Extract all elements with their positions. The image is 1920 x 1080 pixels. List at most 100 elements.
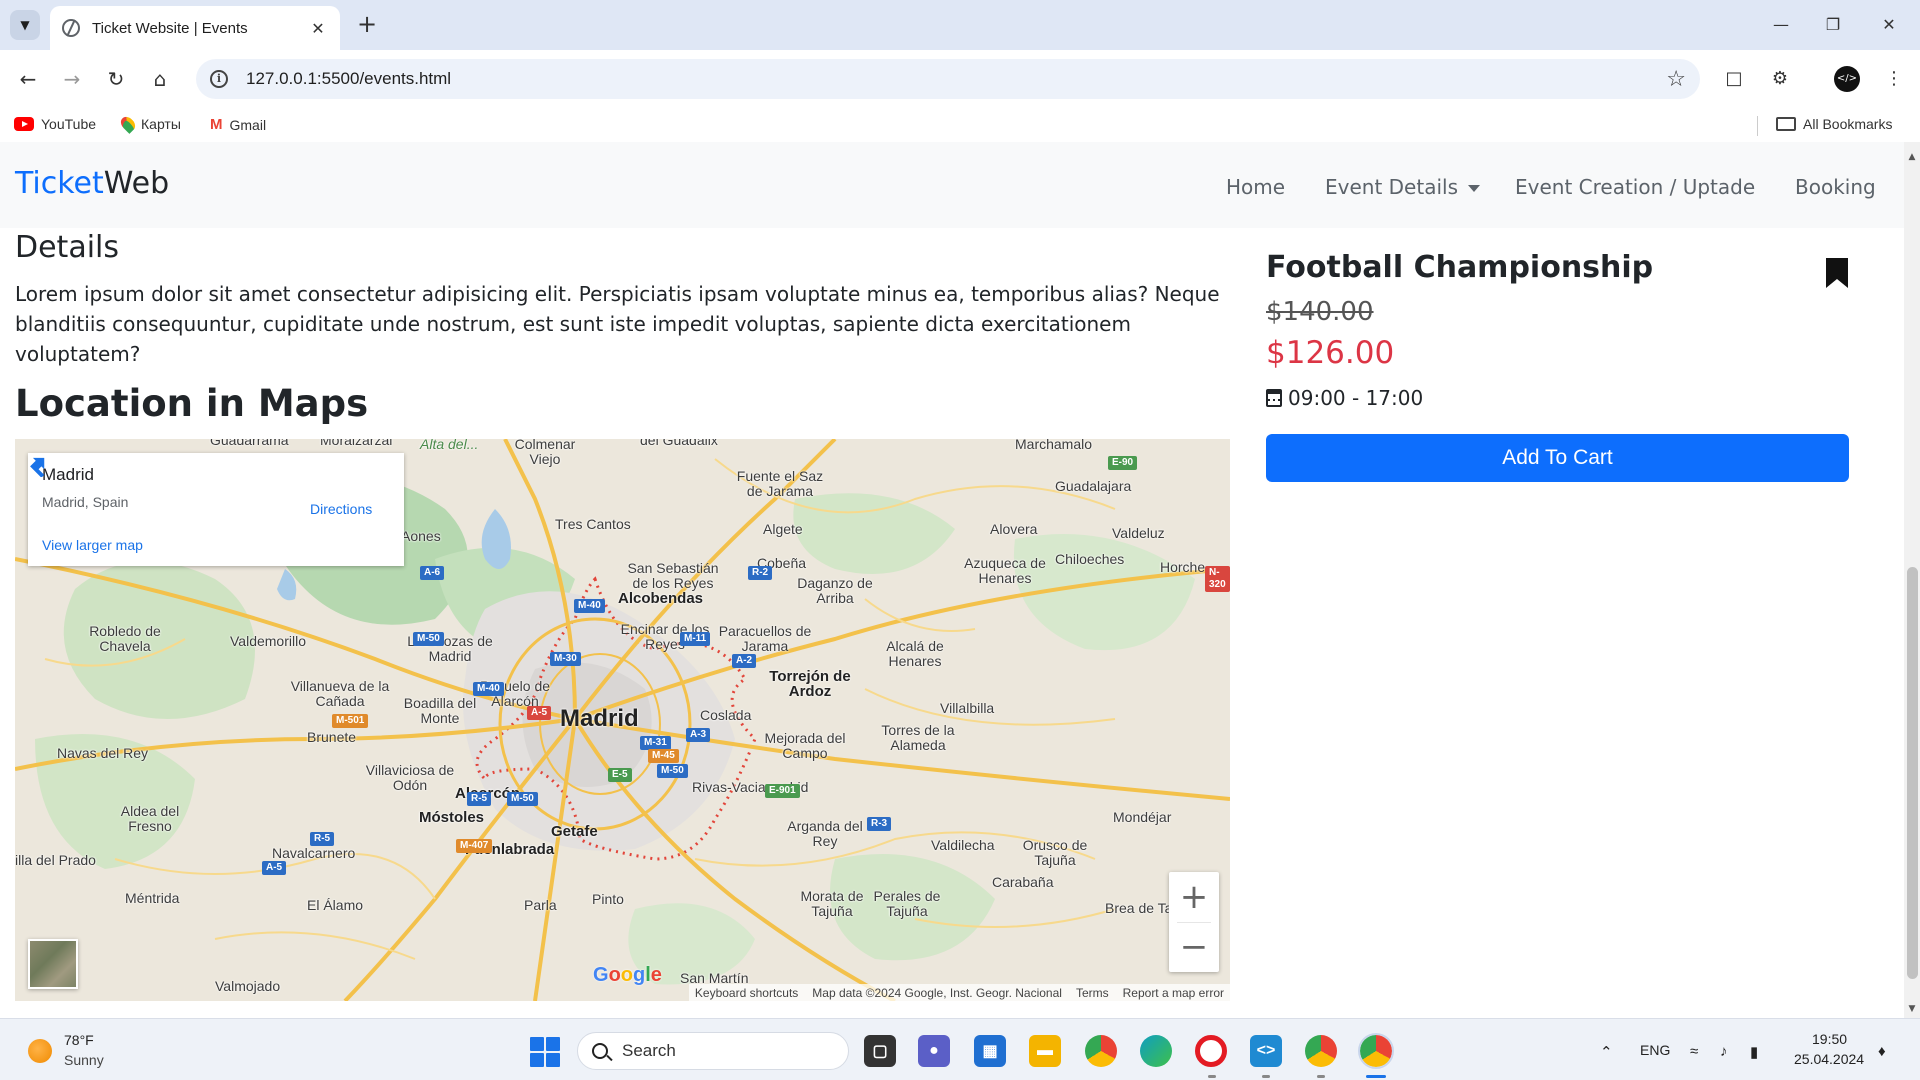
page-scrollbar[interactable]: ▲ ▼ bbox=[1904, 142, 1920, 1018]
windows-start-icon[interactable] bbox=[530, 1037, 560, 1067]
chevron-up-icon[interactable]: ⌃ bbox=[1600, 1043, 1613, 1061]
zoom-in-button[interactable]: + bbox=[1169, 872, 1219, 922]
calendar-icon bbox=[1266, 389, 1282, 407]
google-map[interactable]: Guadarrama Moralzarzal Alta del... Colme… bbox=[15, 439, 1230, 1001]
clock-date[interactable]: 25.04.2024 bbox=[1794, 1051, 1864, 1067]
side-panel-icon[interactable]: □ bbox=[1718, 63, 1750, 95]
bookmark-icon[interactable] bbox=[1826, 258, 1848, 288]
notification-bell-icon[interactable]: ♦ bbox=[1878, 1043, 1886, 1060]
file-explorer-icon[interactable]: ▬ bbox=[1029, 1035, 1061, 1067]
road-shield: M-407 bbox=[456, 839, 493, 853]
reload-icon[interactable]: ↻ bbox=[100, 63, 132, 95]
sun-icon[interactable] bbox=[28, 1039, 52, 1063]
minimize-button[interactable]: — bbox=[1758, 10, 1804, 40]
battery-icon[interactable]: ▮ bbox=[1750, 1043, 1758, 1061]
view-larger-map-link[interactable]: View larger map bbox=[42, 537, 143, 553]
directions-link[interactable]: Directions bbox=[310, 501, 372, 517]
tab-list-button[interactable]: ▼ bbox=[10, 10, 40, 40]
browser-toolbar: ← → ↻ ⌂ i 127.0.0.1:5500/events.html ☆ □… bbox=[0, 50, 1920, 108]
google-logo: Google bbox=[593, 964, 662, 986]
taskbar-search[interactable]: Search bbox=[577, 1032, 849, 1070]
bookmark-star-icon[interactable]: ☆ bbox=[1666, 67, 1686, 92]
teams-chat-icon[interactable]: ● bbox=[918, 1035, 950, 1067]
road-shield: E-5 bbox=[608, 768, 632, 782]
restore-button[interactable]: ❐ bbox=[1810, 10, 1856, 40]
terms-link[interactable]: Terms bbox=[1076, 986, 1109, 1000]
scrollbar-thumb[interactable] bbox=[1907, 567, 1918, 979]
volume-icon[interactable]: ♪ bbox=[1720, 1043, 1728, 1060]
details-heading: Details bbox=[15, 230, 120, 265]
weather-description[interactable]: Sunny bbox=[64, 1052, 104, 1068]
close-tab-icon[interactable]: ✕ bbox=[308, 19, 328, 38]
map-place-label: Fuente el Saz de Jarama bbox=[736, 468, 824, 499]
map-place-label: Valdilecha bbox=[931, 837, 995, 853]
extensions-icon[interactable]: ⚙ bbox=[1764, 63, 1796, 95]
brand-logo[interactable]: TicketWeb bbox=[15, 166, 169, 201]
maps-pin-icon bbox=[118, 114, 138, 134]
road-shield: A-3 bbox=[686, 728, 711, 742]
map-place-label: Getafe bbox=[551, 823, 598, 840]
opera-icon[interactable] bbox=[1195, 1035, 1227, 1067]
map-place-label: Marchamalo bbox=[1015, 439, 1093, 452]
browser-tab-active[interactable]: Ticket Website | Events ✕ bbox=[50, 6, 340, 50]
add-to-cart-button[interactable]: Add To Cart bbox=[1266, 434, 1849, 482]
map-place-label: Azuqueca de Henares bbox=[964, 555, 1046, 586]
nav-event-creation[interactable]: Event Creation / Uptade bbox=[1515, 175, 1755, 199]
address-bar[interactable]: i 127.0.0.1:5500/events.html ☆ bbox=[196, 59, 1700, 99]
all-bookmarks[interactable]: All Bookmarks bbox=[1776, 116, 1892, 132]
forward-arrow-icon[interactable]: → bbox=[56, 63, 88, 95]
event-time: 09:00 - 17:00 bbox=[1266, 386, 1423, 410]
bookmark-maps[interactable]: Карты bbox=[118, 114, 181, 134]
road-shield: R-5 bbox=[467, 792, 492, 806]
nav-booking[interactable]: Booking bbox=[1795, 175, 1876, 199]
edge-icon[interactable] bbox=[1140, 1035, 1172, 1067]
discounted-price: $126.00 bbox=[1266, 335, 1395, 371]
map-place-label: Carabaña bbox=[992, 874, 1054, 890]
map-place-label: San Sebastián de los Reyes bbox=[627, 560, 719, 591]
map-place-label: Paracuellos de Jarama bbox=[718, 623, 812, 654]
bookmark-gmail[interactable]: M Gmail bbox=[210, 116, 266, 133]
vscode-running-indicator bbox=[1262, 1075, 1270, 1078]
map-place-label: Villaviciosa de Odón bbox=[365, 762, 455, 793]
map-place-label: Navas del Rey bbox=[57, 745, 149, 761]
home-icon[interactable]: ⌂ bbox=[144, 63, 176, 95]
new-tab-button[interactable]: + bbox=[352, 10, 382, 40]
satellite-layer-toggle[interactable] bbox=[28, 939, 78, 989]
chrome-icon[interactable] bbox=[1085, 1035, 1117, 1067]
scroll-down-arrow-icon[interactable]: ▼ bbox=[1904, 1004, 1920, 1014]
map-place-label: Parla bbox=[524, 897, 557, 913]
report-error-link[interactable]: Report a map error bbox=[1123, 986, 1224, 1000]
zoom-out-button[interactable]: − bbox=[1169, 922, 1219, 972]
weather-temperature[interactable]: 78°F bbox=[64, 1032, 94, 1048]
map-place-label: Guadalajara bbox=[1055, 478, 1132, 494]
site-info-icon[interactable]: i bbox=[210, 70, 228, 88]
map-place-label: Morata de Tajuña bbox=[800, 888, 864, 919]
vscode-icon[interactable]: <> bbox=[1250, 1035, 1282, 1067]
nav-home[interactable]: Home bbox=[1226, 175, 1285, 199]
profile-avatar-icon[interactable]: </> bbox=[1834, 66, 1860, 92]
road-shield: M-40 bbox=[473, 682, 504, 696]
original-price: $140.00 bbox=[1266, 297, 1374, 327]
road-shield: M-30 bbox=[550, 652, 581, 666]
keyboard-shortcuts-link[interactable]: Keyboard shortcuts bbox=[695, 986, 798, 1000]
directions-icon[interactable] bbox=[28, 453, 52, 477]
nav-event-details-dropdown[interactable]: Event Details bbox=[1325, 175, 1480, 199]
chrome-active-icon[interactable] bbox=[1358, 1033, 1394, 1069]
brand-part-web: Web bbox=[103, 166, 170, 201]
task-view-icon[interactable]: ▢ bbox=[864, 1035, 896, 1067]
close-window-button[interactable]: ✕ bbox=[1866, 10, 1912, 40]
bookmark-youtube[interactable]: YouTube bbox=[14, 116, 96, 132]
store-icon[interactable]: ▦ bbox=[974, 1035, 1006, 1067]
menu-kebab-icon[interactable]: ⋮ bbox=[1878, 63, 1910, 95]
chrome-active-indicator bbox=[1366, 1075, 1386, 1078]
bookmark-label: Карты bbox=[141, 116, 181, 132]
wifi-icon[interactable]: ≈ bbox=[1690, 1043, 1698, 1060]
clock-time[interactable]: 19:50 bbox=[1812, 1031, 1847, 1047]
language-indicator[interactable]: ENG bbox=[1640, 1042, 1670, 1058]
chrome-profile-icon[interactable] bbox=[1305, 1035, 1337, 1067]
url-text[interactable]: 127.0.0.1:5500/events.html bbox=[246, 69, 1666, 89]
back-arrow-icon[interactable]: ← bbox=[12, 63, 44, 95]
location-heading: Location in Maps bbox=[15, 382, 369, 425]
scroll-up-arrow-icon[interactable]: ▲ bbox=[1904, 152, 1920, 162]
brand-part-ticket: Ticket bbox=[15, 166, 104, 201]
